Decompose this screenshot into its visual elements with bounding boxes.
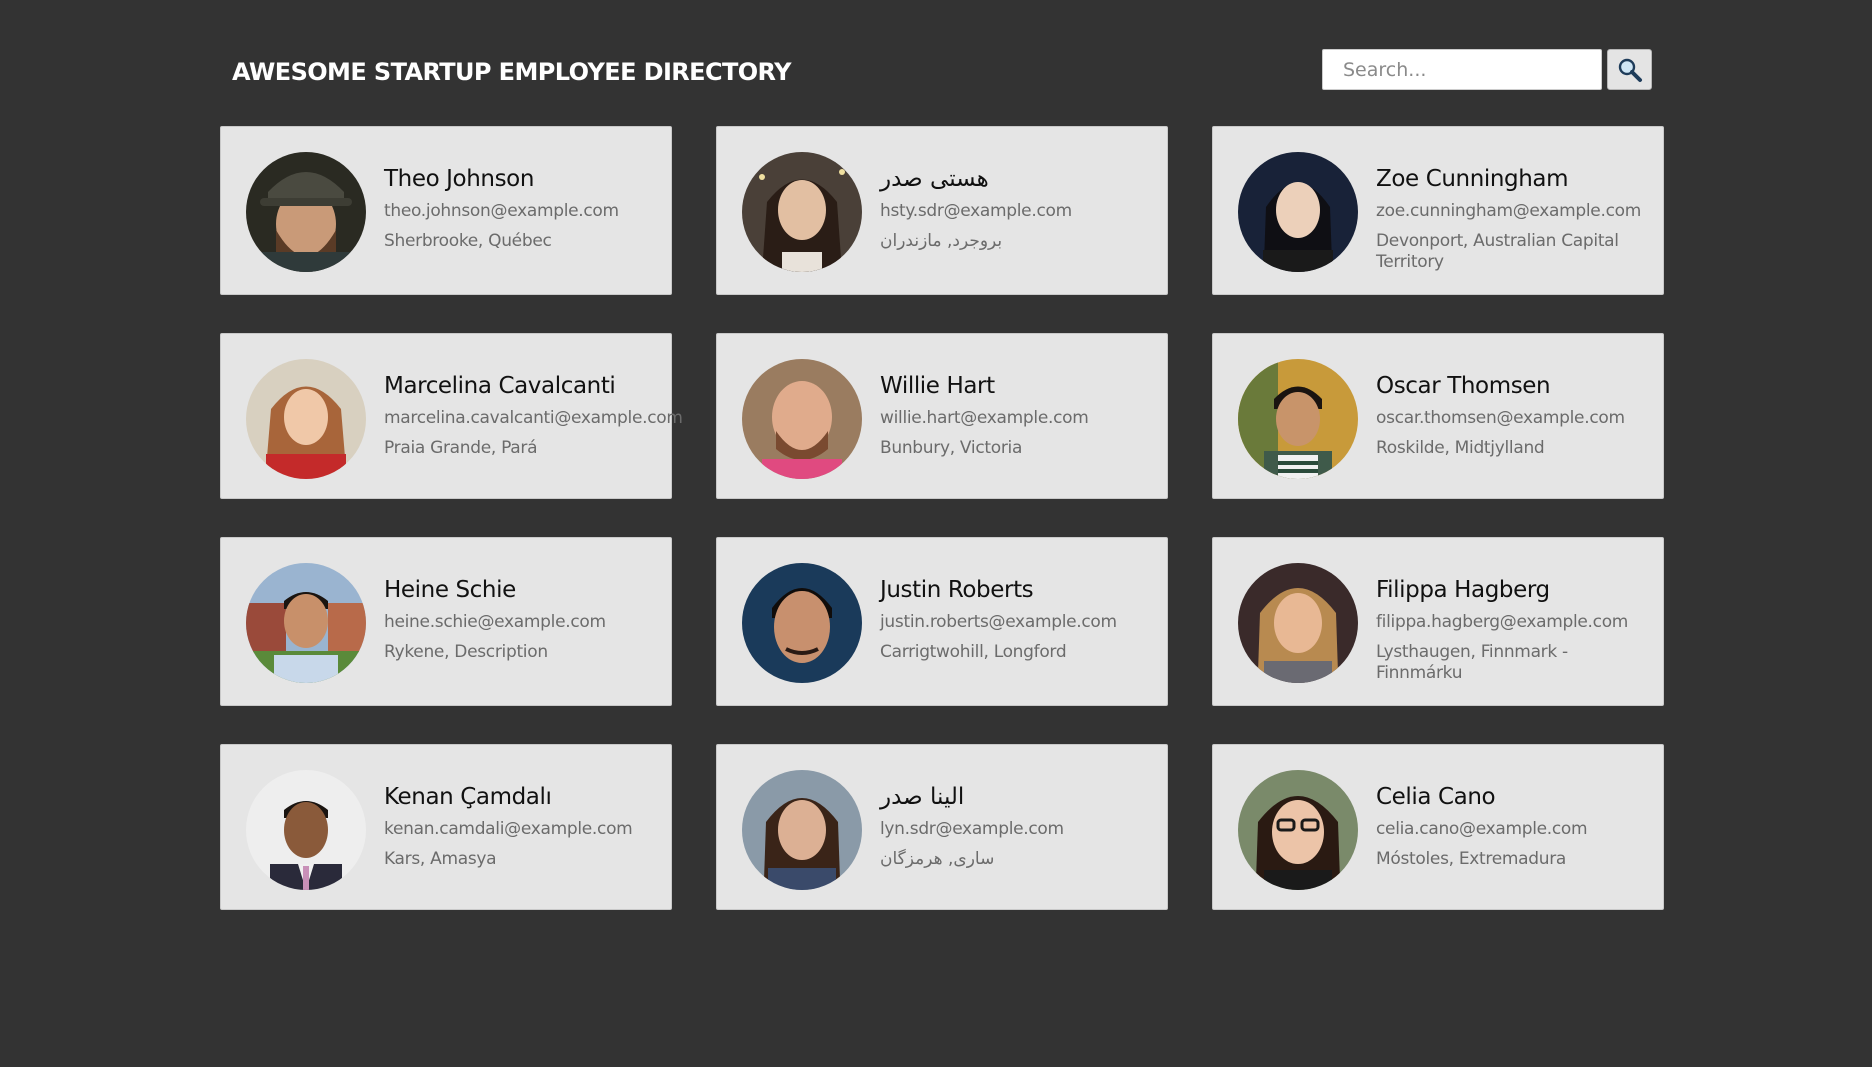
search-input[interactable] (1322, 49, 1602, 90)
avatar (742, 563, 862, 683)
employee-email: kenan.camdali@example.com (384, 819, 633, 839)
employee-email: justin.roberts@example.com (880, 612, 1117, 632)
search-icon (1618, 58, 1642, 82)
employee-email: celia.cano@example.com (1376, 819, 1588, 839)
avatar (1238, 563, 1358, 683)
employee-name: Theo Johnson (384, 166, 535, 192)
avatar (246, 770, 366, 890)
employee-location: Lysthaugen, Finnmark - Finnmárku (1376, 642, 1568, 683)
employee-email: marcelina.cavalcanti@example.com (384, 408, 683, 428)
employee-email: heine.schie@example.com (384, 612, 606, 632)
employee-email: theo.johnson@example.com (384, 201, 619, 221)
avatar (1238, 152, 1358, 272)
employee-name: Marcelina Cavalcanti (384, 373, 616, 399)
employee-location: Bunbury, Victoria (880, 438, 1023, 458)
employee-card[interactable]: Celia Cano celia.cano@example.com Móstol… (1212, 744, 1664, 910)
avatar (1238, 770, 1358, 890)
employee-name: الینا صدر (880, 784, 965, 810)
employee-name: Zoe Cunningham (1376, 166, 1569, 192)
employee-card[interactable]: Filippa Hagberg filippa.hagberg@example.… (1212, 537, 1664, 706)
employee-location: ساری, هرمزگان (880, 849, 995, 869)
employee-card[interactable]: هستی صدر hsty.sdr@example.com بروجرد, ما… (716, 126, 1168, 295)
avatar (246, 152, 366, 272)
employee-card[interactable]: Marcelina Cavalcanti marcelina.cavalcant… (220, 333, 683, 499)
employee-location: Rykene, Description (384, 642, 548, 662)
employee-name: هستی صدر (880, 166, 989, 192)
employee-card[interactable]: Theo Johnson theo.johnson@example.com Sh… (220, 126, 672, 295)
employee-card[interactable]: Justin Roberts justin.roberts@example.co… (716, 537, 1168, 706)
employee-name: Kenan Çamdalı (384, 784, 552, 810)
page-title: AWESOME STARTUP EMPLOYEE DIRECTORY (232, 58, 792, 86)
employee-email: willie.hart@example.com (880, 408, 1089, 428)
employee-email: filippa.hagberg@example.com (1376, 612, 1629, 632)
employee-name: Filippa Hagberg (1376, 577, 1550, 603)
employee-location: بروجرد, مازندران (880, 231, 1003, 251)
employee-email: zoe.cunningham@example.com (1376, 201, 1641, 221)
employee-name: Justin Roberts (880, 577, 1034, 603)
employee-grid: Theo Johnson theo.johnson@example.com Sh… (220, 126, 1664, 910)
search-form (1322, 49, 1652, 90)
employee-email: hsty.sdr@example.com (880, 201, 1072, 221)
avatar (246, 563, 366, 683)
employee-name: Willie Hart (880, 373, 995, 399)
avatar (246, 359, 366, 479)
employee-email: lyn.sdr@example.com (880, 819, 1064, 839)
employee-card[interactable]: Zoe Cunningham zoe.cunningham@example.co… (1212, 126, 1664, 295)
employee-location: Kars, Amasya (384, 849, 497, 869)
employee-name: Oscar Thomsen (1376, 373, 1551, 399)
search-button[interactable] (1607, 49, 1652, 90)
employee-email: oscar.thomsen@example.com (1376, 408, 1625, 428)
employee-name: Celia Cano (1376, 784, 1496, 810)
employee-name: Heine Schie (384, 577, 516, 603)
employee-location: Sherbrooke, Québec (384, 231, 552, 251)
employee-card[interactable]: Oscar Thomsen oscar.thomsen@example.com … (1212, 333, 1664, 499)
employee-location: Devonport, Australian Capital Territory (1376, 231, 1619, 272)
employee-card[interactable]: Heine Schie heine.schie@example.com Ryke… (220, 537, 672, 706)
employee-location: Carrigtwohill, Longford (880, 642, 1067, 662)
employee-card[interactable]: Willie Hart willie.hart@example.com Bunb… (716, 333, 1168, 499)
employee-location: Roskilde, Midtjylland (1376, 438, 1545, 458)
employee-card[interactable]: الینا صدر lyn.sdr@example.com ساری, هرمز… (716, 744, 1168, 910)
employee-location: Móstoles, Extremadura (1376, 849, 1567, 869)
employee-location: Praia Grande, Pará (384, 438, 538, 458)
header: AWESOME STARTUP EMPLOYEE DIRECTORY (0, 0, 1872, 120)
avatar (742, 152, 862, 272)
employee-card[interactable]: Kenan Çamdalı kenan.camdali@example.com … (220, 744, 672, 910)
avatar (742, 359, 862, 479)
avatar (1238, 359, 1358, 479)
avatar (742, 770, 862, 890)
